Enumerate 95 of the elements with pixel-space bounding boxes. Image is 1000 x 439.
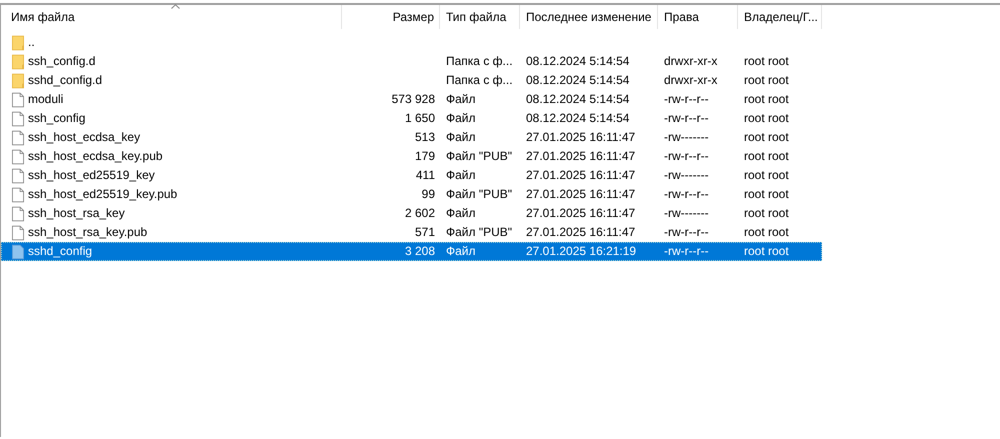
owner-group: root root (744, 71, 789, 90)
permissions: -rw-r--r-- (664, 91, 709, 108)
permissions: -rw------- (664, 167, 709, 184)
file-row[interactable]: .. (1, 33, 822, 52)
file-icon (12, 110, 24, 126)
file-icon (12, 130, 24, 146)
file-row[interactable]: ssh_host_rsa_key 2 602 Файл 27.01.2025 16:11:47 -rw------- root root (1, 204, 822, 223)
file-row[interactable]: ssh_config.d Папка с ф... 08.12.2024 5:14:54 drwxr-xr-x root root (1, 52, 822, 71)
file-icon (12, 244, 24, 260)
file-name: ssh_config.d (28, 53, 96, 70)
file-icon (12, 186, 24, 202)
file-name: sshd_config (28, 243, 92, 260)
permissions: -rw-r--r-- (664, 110, 709, 127)
permissions: -rw-r--r-- (664, 243, 709, 260)
file-name: ssh_host_ed25519_key.pub (28, 186, 178, 203)
file-row[interactable]: ssh_config 1 650 Файл 08.12.2024 5:14:54 -rw-r--r-- root root (1, 109, 822, 128)
file-name: ssh_host_rsa_key.pub (28, 224, 148, 241)
file-row[interactable]: ssh_host_ecdsa_key 513 Файл 27.01.2025 16:11:47 -rw------- root root (1, 128, 822, 147)
column-header[interactable]: Размер (342, 5, 440, 29)
file-type: Папка с ф... (446, 72, 513, 89)
file-type: Файл "PUB" (446, 148, 512, 165)
file-name: ssh_host_ecdsa_key.pub (28, 148, 163, 165)
file-row[interactable]: sshd_config 3 208 Файл 27.01.2025 16:21:19 -rw-r--r-- root root (1, 242, 822, 261)
column-header[interactable]: Владелец/Г... (738, 5, 822, 29)
permissions: drwxr-xr-x (664, 53, 718, 70)
column-header[interactable]: Последнее изменение (520, 5, 658, 29)
owner-group: root root (744, 52, 789, 71)
owner-group: root root (744, 90, 789, 109)
file-name: ssh_host_ecdsa_key (28, 129, 140, 146)
file-size: 1 650 (404, 110, 435, 127)
modified-date: 27.01.2025 16:21:19 (526, 243, 636, 260)
file-type: Файл (446, 110, 476, 127)
file-type: Файл (446, 205, 476, 222)
file-icon (12, 148, 24, 164)
file-icon (12, 224, 24, 240)
file-row[interactable]: ssh_host_ed25519_key.pub 99 Файл "PUB" 27.01.2025 16:11:47 -rw-r--r-- root root (1, 185, 822, 204)
file-type: Файл "PUB" (446, 186, 512, 203)
permissions: -rw------- (664, 129, 709, 146)
folder-icon (12, 72, 24, 88)
file-size: 179 (414, 148, 435, 165)
file-row[interactable]: moduli 573 928 Файл 08.12.2024 5:14:54 -rw-r--r-- root root (1, 90, 822, 109)
modified-date: 27.01.2025 16:11:47 (526, 167, 636, 184)
permissions: drwxr-xr-x (664, 72, 718, 89)
file-row[interactable]: ssh_host_ecdsa_key.pub 179 Файл "PUB" 27.01.2025 16:11:47 -rw-r--r-- root root (1, 147, 822, 166)
folder-icon (12, 54, 24, 70)
file-size: 2 602 (404, 205, 435, 222)
file-type: Файл "PUB" (446, 224, 512, 241)
owner-group: root root (744, 204, 789, 223)
modified-date: 27.01.2025 16:11:47 (526, 129, 636, 146)
owner-group: root root (744, 147, 789, 166)
file-type: Файл (446, 167, 476, 184)
file-size: 573 928 (392, 91, 435, 108)
permissions: -rw-r--r-- (664, 224, 709, 241)
file-name: ssh_host_ed25519_key (28, 167, 155, 184)
owner-group: root root (744, 242, 789, 261)
file-size: 3 208 (404, 243, 435, 260)
permissions: -rw------- (664, 205, 709, 222)
modified-date: 08.12.2024 5:14:54 (526, 91, 630, 108)
folder-icon (12, 34, 24, 50)
permissions: -rw-r--r-- (664, 148, 709, 165)
file-size: 411 (416, 167, 435, 184)
file-row[interactable]: sshd_config.d Папка с ф... 08.12.2024 5:14:54 drwxr-xr-x root root (1, 71, 822, 90)
file-size: 513 (414, 129, 435, 146)
file-type: Файл (446, 91, 476, 108)
file-name: ssh_host_rsa_key (28, 205, 125, 222)
file-size: 571 (414, 224, 435, 241)
file-name: .. (28, 34, 35, 51)
modified-date: 08.12.2024 5:14:54 (526, 72, 630, 89)
modified-date: 08.12.2024 5:14:54 (526, 53, 630, 70)
owner-group: root root (744, 109, 789, 128)
file-icon (12, 206, 24, 222)
file-row[interactable]: ssh_host_ed25519_key 411 Файл 27.01.2025 16:11:47 -rw------- root root (1, 166, 822, 185)
owner-group: root root (744, 223, 789, 242)
column-header[interactable]: Права (658, 5, 738, 29)
file-name: sshd_config.d (28, 72, 102, 89)
owner-group: root root (744, 128, 789, 147)
file-icon (12, 168, 24, 184)
file-type: Файл (446, 243, 476, 260)
modified-date: 08.12.2024 5:14:54 (526, 110, 630, 127)
permissions: -rw-r--r-- (664, 186, 709, 203)
modified-date: 27.01.2025 16:11:47 (526, 186, 636, 203)
modified-date: 27.01.2025 16:11:47 (526, 205, 636, 222)
modified-date: 27.01.2025 16:11:47 (526, 148, 636, 165)
file-type: Файл (446, 129, 476, 146)
file-icon (12, 92, 24, 108)
column-header[interactable]: Имя файла (1, 5, 342, 29)
file-row[interactable]: ssh_host_rsa_key.pub 571 Файл "PUB" 27.01.2025 16:11:47 -rw-r--r-- root root (1, 223, 822, 242)
column-header[interactable]: Тип файла (440, 5, 520, 29)
file-name: moduli (28, 91, 64, 108)
file-type: Папка с ф... (446, 53, 513, 70)
owner-group: root root (744, 166, 789, 185)
modified-date: 27.01.2025 16:11:47 (526, 224, 636, 241)
owner-group: root root (744, 185, 789, 204)
file-size: 99 (422, 186, 435, 203)
file-name: ssh_config (28, 110, 86, 127)
